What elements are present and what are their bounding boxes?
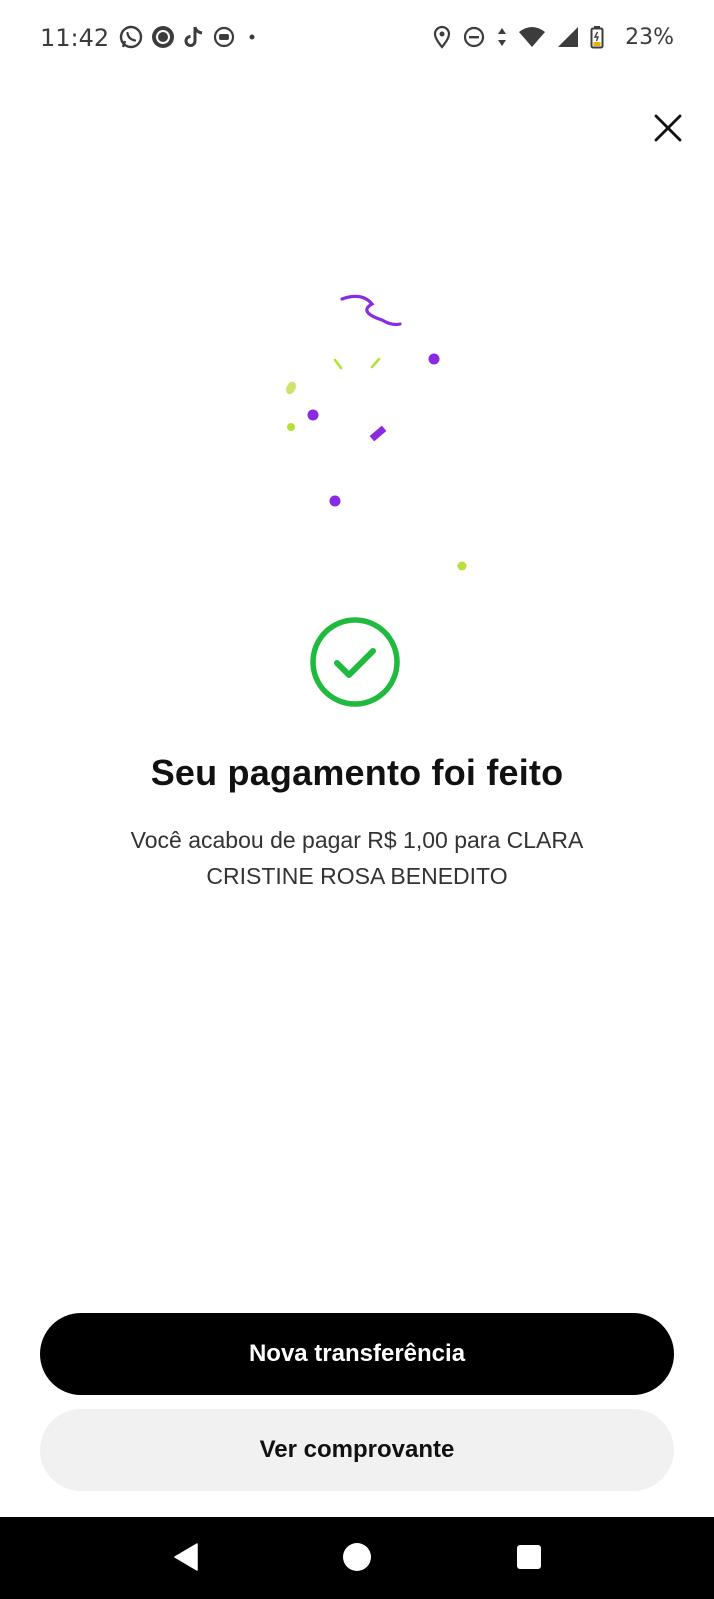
tiktok-icon: [182, 24, 206, 55]
location-icon: [432, 25, 452, 54]
back-button[interactable]: [168, 1541, 204, 1577]
whatsapp-icon: [118, 24, 144, 55]
check-circle-icon: [307, 614, 403, 710]
wifi-icon: [518, 25, 546, 54]
close-button[interactable]: [646, 108, 690, 152]
recents-button[interactable]: [511, 1541, 547, 1577]
home-button[interactable]: [339, 1541, 375, 1577]
status-bar: 11:42 23%: [0, 0, 714, 80]
close-icon: [653, 113, 683, 148]
home-icon: [342, 1542, 372, 1577]
signal-icon: [556, 25, 580, 54]
system-icons: [432, 24, 604, 54]
back-icon: [172, 1542, 200, 1577]
navigation-bar: [0, 1517, 714, 1599]
notification-icons: [118, 24, 262, 54]
view-receipt-button[interactable]: Ver comprovante: [40, 1409, 674, 1491]
recents-icon: [516, 1544, 542, 1575]
new-transfer-button[interactable]: Nova transferência: [40, 1313, 674, 1395]
battery-percent: 23%: [625, 25, 674, 50]
media-icon: [212, 25, 236, 54]
data-arrows-icon: [496, 25, 508, 54]
confetti-decoration: [270, 290, 490, 580]
page-title: Seu pagamento foi feito: [150, 752, 564, 793]
do-not-disturb-icon: [462, 25, 486, 54]
payment-message: Você acabou de pagar R$ 1,00 para CLARA …: [130, 827, 584, 889]
circle-app-icon: [150, 24, 176, 55]
more-dot-icon: [242, 27, 262, 52]
status-time: 11:42: [40, 24, 110, 52]
battery-icon: [590, 25, 604, 54]
